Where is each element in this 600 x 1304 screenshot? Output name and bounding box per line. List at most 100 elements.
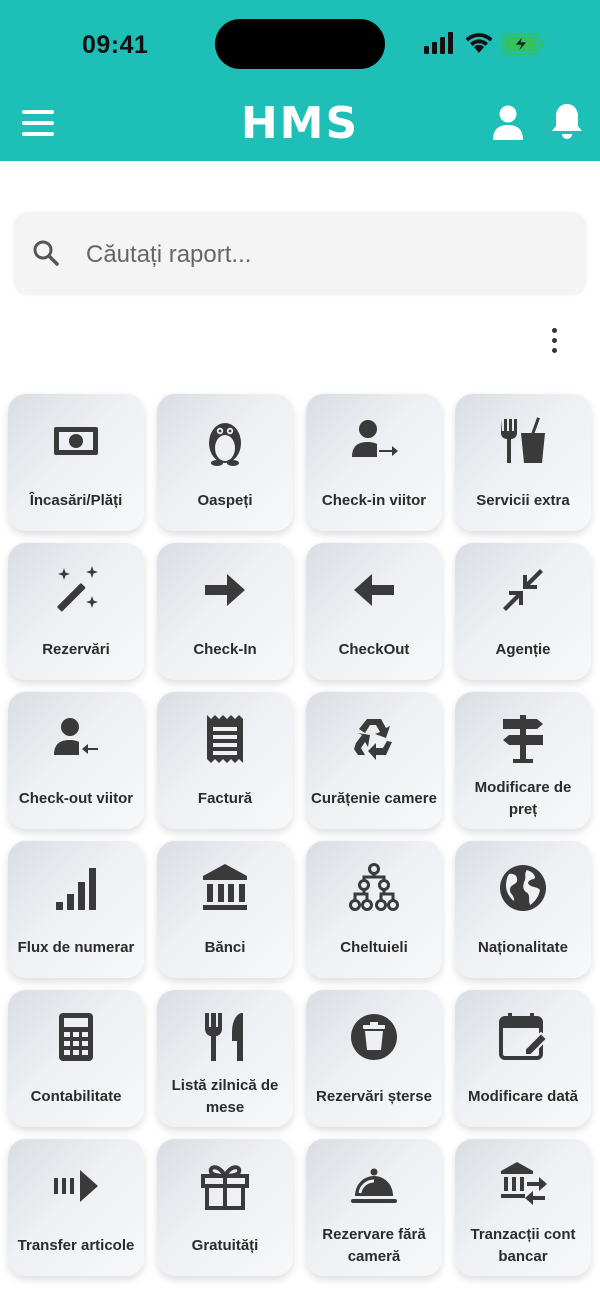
tile-icon-wrap [455, 415, 591, 467]
report-tile[interactable]: Tranzacții cont bancar [455, 1138, 591, 1276]
recycle-icon [348, 713, 400, 765]
tile-label: Curățenie camere [311, 790, 437, 807]
bank-icon [199, 862, 251, 914]
calendar-edit-icon [497, 1011, 549, 1063]
bell-icon[interactable] [550, 102, 584, 140]
money-icon [50, 415, 102, 467]
report-tile[interactable]: Rezervări șterse [306, 989, 442, 1127]
tile-label: Bănci [204, 939, 246, 956]
collapse-arrows-icon [497, 564, 549, 616]
tile-label: Încasări/Plăți [29, 492, 123, 509]
tile-icon-wrap [157, 862, 293, 914]
tile-icon-wrap [306, 713, 442, 765]
tile-icon-wrap [157, 1160, 293, 1212]
tile-icon-wrap [8, 1160, 144, 1212]
report-tile[interactable]: Check-in viitor [306, 393, 442, 531]
cellular-signal-icon [424, 32, 453, 54]
report-tile[interactable]: Check-out viitor [8, 691, 144, 829]
tile-label: Naționalitate [477, 939, 568, 956]
tile-icon-wrap [8, 713, 144, 765]
tile-icon-wrap [8, 564, 144, 616]
signal-bars-icon [50, 862, 102, 914]
report-tile[interactable]: Modificare dată [455, 989, 591, 1127]
arrow-left-icon [348, 564, 400, 616]
report-tile[interactable]: Bănci [157, 840, 293, 978]
tile-icon-wrap [306, 564, 442, 616]
transfer-arrow-icon [50, 1160, 102, 1212]
report-tile[interactable]: Modificare de preț [455, 691, 591, 829]
tile-label: Check-out viitor [18, 790, 134, 807]
tile-label: Transfer articole [17, 1237, 135, 1254]
tile-label: Agenție [495, 641, 551, 658]
report-tile[interactable]: Rezervări [8, 542, 144, 680]
tile-icon-wrap [455, 564, 591, 616]
receipt-icon [199, 713, 251, 765]
tile-label: Contabilitate [30, 1088, 122, 1105]
report-tile[interactable]: Check-In [157, 542, 293, 680]
calculator-icon [50, 1011, 102, 1063]
search-input[interactable] [84, 234, 568, 276]
signpost-icon [497, 713, 549, 765]
user-icon[interactable] [490, 104, 526, 140]
report-tile[interactable]: Încasări/Plăți [8, 393, 144, 531]
search-icon [33, 240, 59, 266]
arrow-right-icon [199, 564, 251, 616]
tile-label: Factură [197, 790, 253, 807]
tile-icon-wrap [8, 415, 144, 467]
tile-icon-wrap [8, 1011, 144, 1063]
tile-icon-wrap [306, 862, 442, 914]
tile-icon-wrap [157, 1011, 293, 1063]
tile-icon-wrap [306, 1011, 442, 1063]
report-tile[interactable]: Oaspeți [157, 393, 293, 531]
cutlery-icon [199, 1011, 251, 1063]
tile-icon-wrap [455, 862, 591, 914]
report-tile[interactable]: Curățenie camere [306, 691, 442, 829]
hierarchy-icon [348, 862, 400, 914]
tile-label: Rezervare fără cameră [322, 1226, 426, 1265]
report-tile[interactable]: Contabilitate [8, 989, 144, 1127]
battery-charging-icon [502, 33, 544, 55]
tile-icon-wrap [157, 415, 293, 467]
tile-label: Listă zilnică de mese [171, 1077, 279, 1116]
tile-icon-wrap [455, 1160, 591, 1212]
cloche-icon [348, 1160, 400, 1212]
report-tile[interactable]: Transfer articole [8, 1138, 144, 1276]
tile-label: Modificare dată [467, 1088, 579, 1105]
report-tile[interactable]: Flux de numerar [8, 840, 144, 978]
search-bar[interactable] [14, 212, 586, 294]
person-arrow-left-icon [50, 713, 102, 765]
tile-icon-wrap [306, 1160, 442, 1212]
magic-wand-icon [50, 564, 102, 616]
dynamic-island [215, 19, 385, 69]
tile-label: Oaspeți [197, 492, 253, 509]
tile-label: CheckOut [338, 641, 410, 658]
report-tile[interactable]: Factură [157, 691, 293, 829]
tile-icon-wrap [157, 564, 293, 616]
tile-label: Rezervări șterse [316, 1088, 432, 1105]
tile-icon-wrap [8, 862, 144, 914]
more-options-icon[interactable] [545, 326, 565, 356]
tile-icon-wrap [455, 1011, 591, 1063]
tile-label: Check-in viitor [321, 492, 427, 509]
report-tile[interactable]: CheckOut [306, 542, 442, 680]
report-tile[interactable]: Agenție [455, 542, 591, 680]
report-tile[interactable]: Listă zilnică de mese [157, 989, 293, 1127]
tile-icon-wrap [306, 415, 442, 467]
report-tile[interactable]: Servicii extra [455, 393, 591, 531]
person-arrow-right-icon [348, 415, 400, 467]
tile-label: Rezervări [42, 641, 110, 658]
tile-label: Gratuități [191, 1237, 259, 1254]
report-tile[interactable]: Gratuități [157, 1138, 293, 1276]
tile-label: Cheltuieli [340, 939, 408, 956]
report-tile[interactable]: Cheltuieli [306, 840, 442, 978]
report-tile[interactable]: Rezervare fără cameră [306, 1138, 442, 1276]
tile-label: Flux de numerar [17, 939, 135, 956]
tile-icon-wrap [157, 713, 293, 765]
report-tile[interactable]: Naționalitate [455, 840, 591, 978]
bank-transfer-icon [497, 1160, 549, 1212]
app-header: 09:41 HMS [0, 0, 600, 161]
tile-icon-wrap [455, 713, 591, 765]
fork-drink-icon [497, 415, 549, 467]
tile-label: Modificare de preț [474, 779, 572, 818]
gift-icon [199, 1160, 251, 1212]
